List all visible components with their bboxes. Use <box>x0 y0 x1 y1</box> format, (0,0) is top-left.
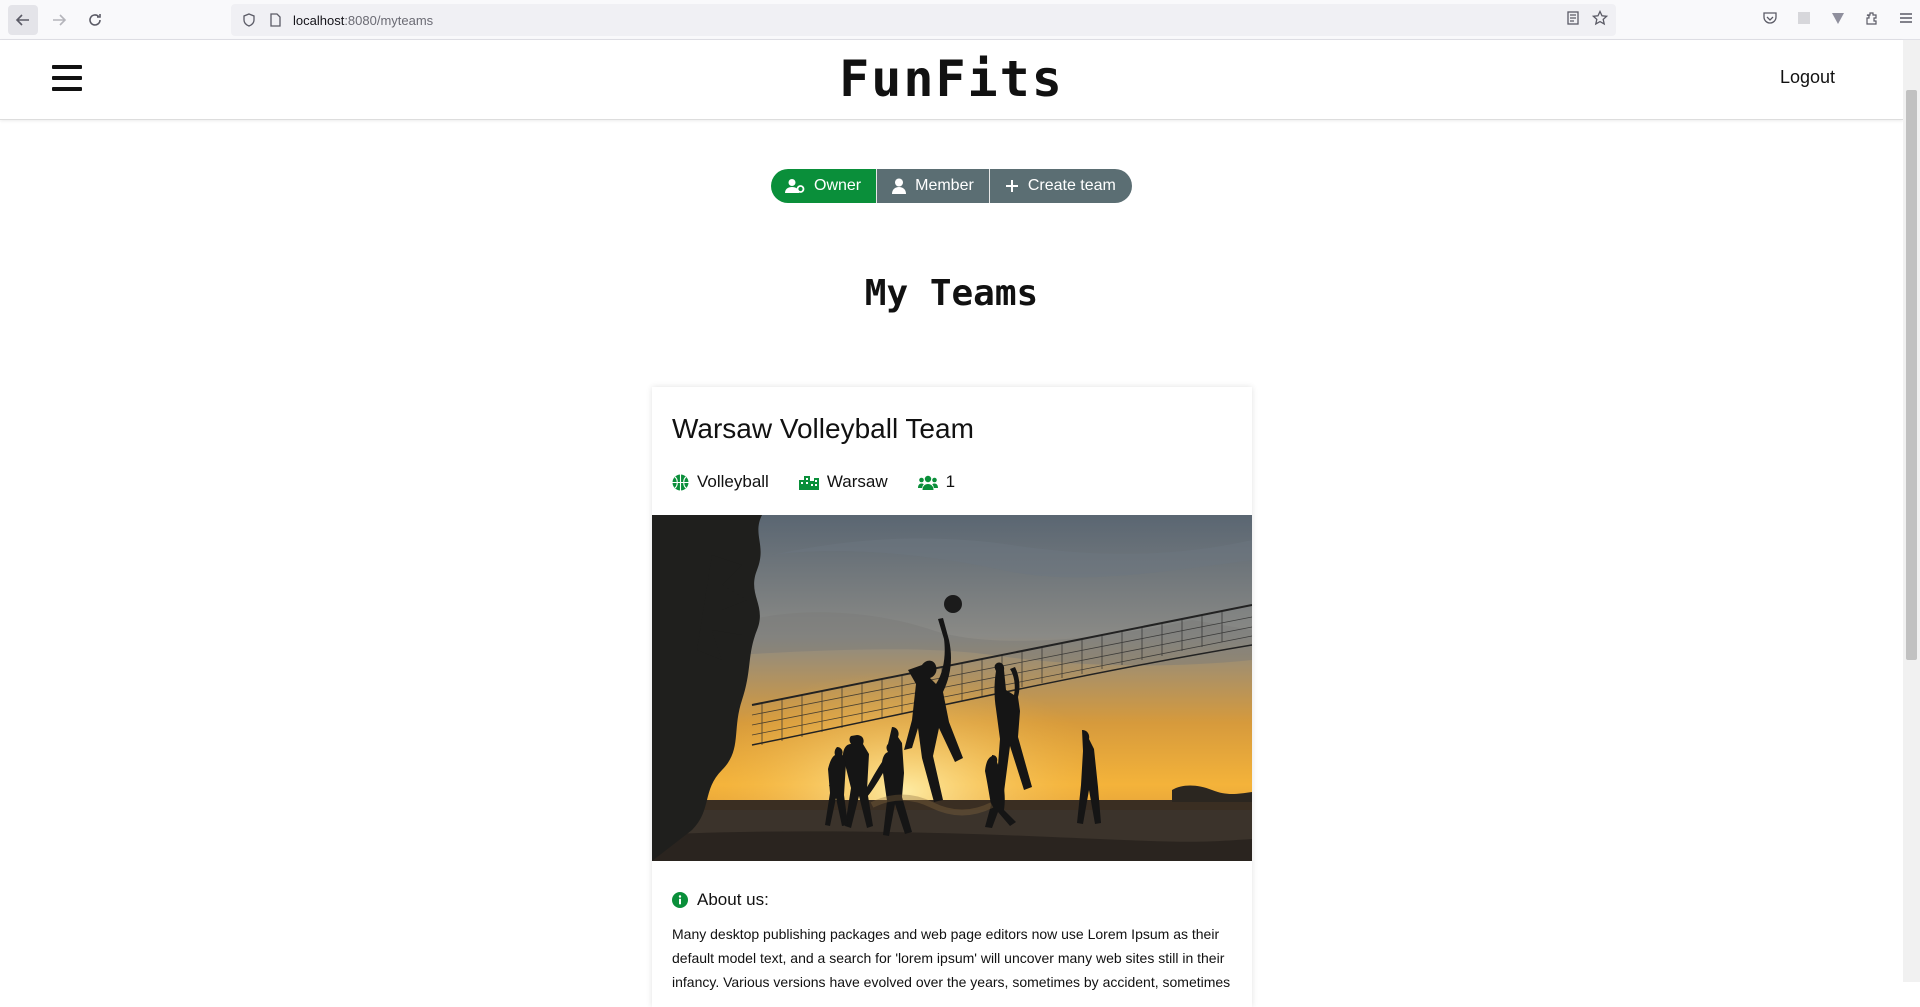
team-meta: Volleyball Warsaw 1 <box>672 472 985 492</box>
brand-logo[interactable]: FunFits <box>0 50 1903 108</box>
reader-view-icon[interactable] <box>1566 11 1580 29</box>
user-cog-icon <box>785 178 805 194</box>
logout-link[interactable]: Logout <box>1780 67 1835 88</box>
create-team-button[interactable]: Create team <box>988 169 1132 203</box>
url-text[interactable]: localhost:8080/myteams <box>293 13 433 28</box>
plus-icon <box>1005 179 1019 193</box>
back-button[interactable] <box>8 4 38 35</box>
reload-icon <box>89 13 101 26</box>
team-name[interactable]: Warsaw Volleyball Team <box>672 413 974 445</box>
team-filter-group: Owner Member Create team <box>771 169 1132 203</box>
page-scrollbar[interactable] <box>1903 40 1920 982</box>
scrollbar-thumb[interactable] <box>1906 90 1917 660</box>
member-label: Member <box>915 177 974 194</box>
basketball-icon <box>672 474 689 491</box>
info-icon <box>672 892 688 908</box>
team-city: Warsaw <box>798 472 888 492</box>
team-photo <box>652 515 1252 861</box>
member-button[interactable]: Member <box>876 169 989 203</box>
page-icon[interactable] <box>267 12 283 28</box>
browser-toolbar: localhost:8080/myteams <box>0 0 1920 40</box>
owner-label: Owner <box>814 177 862 194</box>
forward-button[interactable] <box>44 5 74 35</box>
arrow-right-icon <box>53 13 67 26</box>
page-title: My Teams <box>864 273 1039 314</box>
user-icon <box>892 178 907 194</box>
site-header: FunFits Logout <box>0 40 1903 120</box>
about-label: About us: <box>697 890 769 909</box>
team-members-count: 1 <box>945 472 956 491</box>
team-card[interactable]: Warsaw Volleyball Team Volleyball Warsaw… <box>652 387 1252 1007</box>
bookmark-star-icon[interactable] <box>1591 9 1609 30</box>
team-city-label: Warsaw <box>826 472 888 491</box>
about-text: Many desktop publishing packages and web… <box>672 926 1231 990</box>
team-members: 1 <box>917 472 956 492</box>
arrow-left-icon <box>15 13 29 26</box>
address-bar[interactable]: localhost:8080/myteams <box>231 4 1616 36</box>
puzzle-icon[interactable] <box>1864 10 1880 31</box>
about-heading: About us: <box>672 890 769 910</box>
extension-icon[interactable] <box>1796 10 1812 31</box>
users-icon <box>917 475 938 490</box>
shield-icon[interactable] <box>241 12 257 28</box>
city-icon <box>798 474 819 490</box>
vpn-icon[interactable] <box>1830 10 1846 31</box>
create-team-label: Create team <box>1027 177 1116 194</box>
reload-button[interactable] <box>80 5 110 35</box>
pocket-icon[interactable] <box>1762 10 1778 31</box>
menu-icon[interactable] <box>1898 10 1914 31</box>
team-sport: Volleyball <box>672 472 769 492</box>
owner-button[interactable]: Owner <box>771 169 877 203</box>
team-sport-label: Volleyball <box>697 472 769 491</box>
